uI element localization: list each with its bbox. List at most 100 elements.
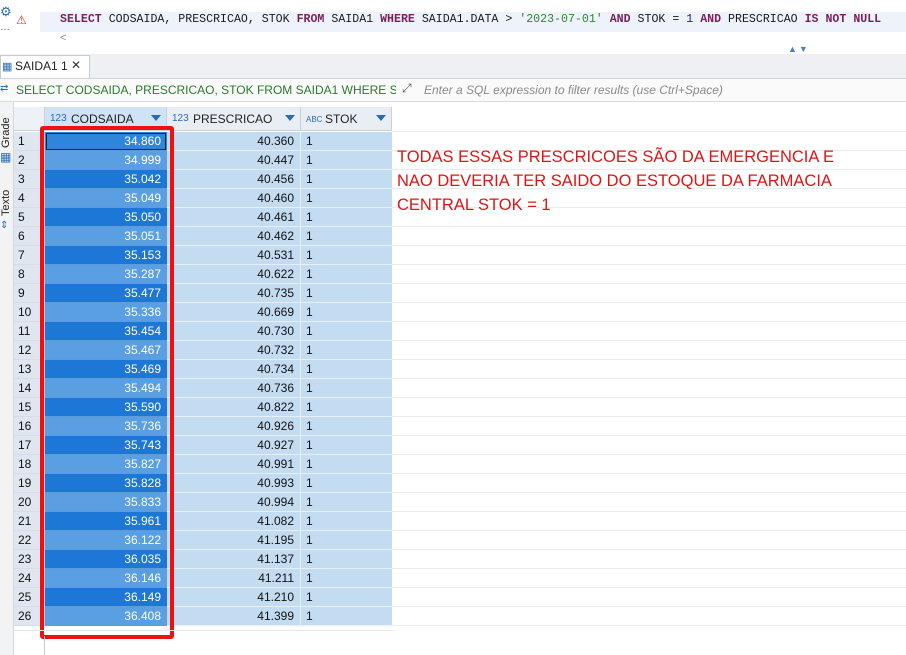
column-header-prescricao[interactable]: 123 PRESCRICAO — [167, 107, 301, 131]
text-type-icon: ABC — [306, 115, 323, 124]
sql-token: SELECT — [60, 13, 102, 26]
cell-prescricao[interactable]: 41.211 — [167, 569, 301, 588]
cell-stok[interactable]: 1 — [301, 341, 392, 360]
sql-token: AND — [700, 13, 722, 26]
sql-statement[interactable]: SELECT CODSAIDA, PRESCRICAO, STOK FROM S… — [60, 13, 881, 26]
grid-icon[interactable]: ▦ — [0, 150, 12, 164]
cell-stok[interactable]: 1 — [301, 493, 392, 512]
cell-prescricao[interactable]: 40.460 — [167, 189, 301, 208]
cell-prescricao[interactable]: 40.447 — [167, 151, 301, 170]
text-view-tab[interactable]: Texto — [0, 180, 13, 216]
cell-prescricao[interactable]: 40.462 — [167, 227, 301, 246]
sort-arrow-icon[interactable] — [376, 115, 386, 121]
panel-resize-icon[interactable]: ▲▼ — [788, 44, 824, 54]
cell-prescricao[interactable]: 40.730 — [167, 322, 301, 341]
sql-token: CODSAIDA, PRESCRICAO, STOK — [101, 13, 297, 26]
scroll-left-icon[interactable]: < — [60, 32, 66, 44]
cell-stok[interactable]: 1 — [301, 208, 392, 227]
cell-stok[interactable]: 1 — [301, 303, 392, 322]
cell-stok[interactable]: 1 — [301, 531, 392, 550]
sql-token: AND — [609, 13, 631, 26]
cell-stok[interactable]: 1 — [301, 588, 392, 607]
column-name: PRESCRICAO — [193, 112, 273, 126]
cell-prescricao[interactable]: 41.399 — [167, 607, 301, 626]
cell-stok[interactable]: 1 — [301, 170, 392, 189]
cell-stok[interactable]: 1 — [301, 132, 392, 151]
cell-stok[interactable]: 1 — [301, 455, 392, 474]
sql-token: NULL — [853, 13, 882, 26]
warning-icon: ⚠ — [16, 13, 27, 27]
numeric-type-icon: 123 — [50, 113, 67, 124]
cell-prescricao[interactable]: 40.927 — [167, 436, 301, 455]
cell-prescricao[interactable]: 40.456 — [167, 170, 301, 189]
cell-prescricao[interactable]: 40.531 — [167, 246, 301, 265]
cell-stok[interactable]: 1 — [301, 151, 392, 170]
cell-prescricao[interactable]: 41.082 — [167, 512, 301, 531]
cell-stok[interactable]: 1 — [301, 284, 392, 303]
sort-arrow-icon[interactable] — [151, 115, 161, 121]
cell-prescricao[interactable]: 40.734 — [167, 360, 301, 379]
cell-prescricao[interactable]: 40.994 — [167, 493, 301, 512]
tab-label[interactable]: SAIDA1 1 — [15, 59, 68, 73]
cell-stok[interactable]: 1 — [301, 189, 392, 208]
column-name: STOK — [325, 112, 358, 126]
cell-prescricao[interactable]: 40.822 — [167, 398, 301, 417]
cell-prescricao[interactable]: 40.993 — [167, 474, 301, 493]
cell-stok[interactable]: 1 — [301, 550, 392, 569]
annotation-text: TODAS ESSAS PRESCRICOES SÃO DA EMERGENCI… — [397, 145, 877, 217]
cell-prescricao[interactable]: 41.195 — [167, 531, 301, 550]
sql-token: SAIDA1.DATA > — [414, 13, 520, 26]
cell-stok[interactable]: 1 — [301, 227, 392, 246]
switch-icon[interactable]: ⇕ — [0, 220, 8, 231]
cell-prescricao[interactable]: 40.360 — [167, 132, 301, 151]
cell-prescricao[interactable]: 40.735 — [167, 284, 301, 303]
table-icon: ▦ — [2, 61, 13, 73]
cell-prescricao[interactable]: 41.137 — [167, 550, 301, 569]
annotation-line: CENTRAL STOK = 1 — [397, 196, 551, 214]
cell-prescricao[interactable]: 40.461 — [167, 208, 301, 227]
cell-prescricao[interactable]: 40.926 — [167, 417, 301, 436]
cell-stok[interactable]: 1 — [301, 360, 392, 379]
cell-stok[interactable]: 1 — [301, 417, 392, 436]
cell-prescricao[interactable]: 40.732 — [167, 341, 301, 360]
more-icon[interactable]: … — [0, 22, 14, 33]
highlight-box — [40, 126, 174, 639]
filter-input[interactable] — [424, 82, 894, 98]
sql-icon: ⇄ — [0, 83, 9, 94]
cell-prescricao[interactable]: 40.669 — [167, 303, 301, 322]
cell-stok[interactable]: 1 — [301, 398, 392, 417]
close-icon[interactable]: ✕ — [71, 58, 81, 72]
filter-query-text: SELECT CODSAIDA, PRESCRICAO, STOK FROM S… — [16, 83, 396, 97]
sql-token: STOK = — [630, 13, 687, 26]
cell-prescricao[interactable]: 40.991 — [167, 455, 301, 474]
cell-stok[interactable]: 1 — [301, 322, 392, 341]
column-name: CODSAIDA — [71, 112, 134, 126]
expand-icon[interactable]: ⤢ — [402, 81, 418, 97]
annotation-line: NAO DEVERIA TER SAIDO DO ESTOQUE DA FARM… — [397, 172, 832, 190]
annotation-line: TODAS ESSAS PRESCRICOES SÃO DA EMERGENCI… — [397, 148, 835, 166]
cell-prescricao[interactable]: 40.736 — [167, 379, 301, 398]
results-tab-strip — [0, 54, 906, 79]
cell-prescricao[interactable]: 41.210 — [167, 588, 301, 607]
cell-stok[interactable]: 1 — [301, 436, 392, 455]
numeric-type-icon: 123 — [172, 113, 189, 124]
divider — [14, 630, 394, 631]
cell-stok[interactable]: 1 — [301, 246, 392, 265]
cell-stok[interactable]: 1 — [301, 607, 392, 626]
cell-stok[interactable]: 1 — [301, 512, 392, 531]
cell-stok[interactable]: 1 — [301, 474, 392, 493]
cell-stok[interactable]: 1 — [301, 569, 392, 588]
sql-token: PRESCRICAO — [721, 13, 805, 26]
grid-view-tab[interactable]: Grade — [0, 108, 13, 148]
gear-icon[interactable]: ⚙ — [0, 4, 14, 24]
divider — [44, 636, 45, 655]
sql-token: WHERE — [380, 13, 415, 26]
sort-arrow-icon[interactable] — [285, 115, 295, 121]
column-header-stok[interactable]: ABC STOK — [301, 107, 392, 131]
cell-stok[interactable]: 1 — [301, 265, 392, 284]
sql-token: SAIDA1 — [324, 13, 381, 26]
sql-token: IS — [804, 13, 819, 26]
cell-prescricao[interactable]: 40.622 — [167, 265, 301, 284]
cell-stok[interactable]: 1 — [301, 379, 392, 398]
